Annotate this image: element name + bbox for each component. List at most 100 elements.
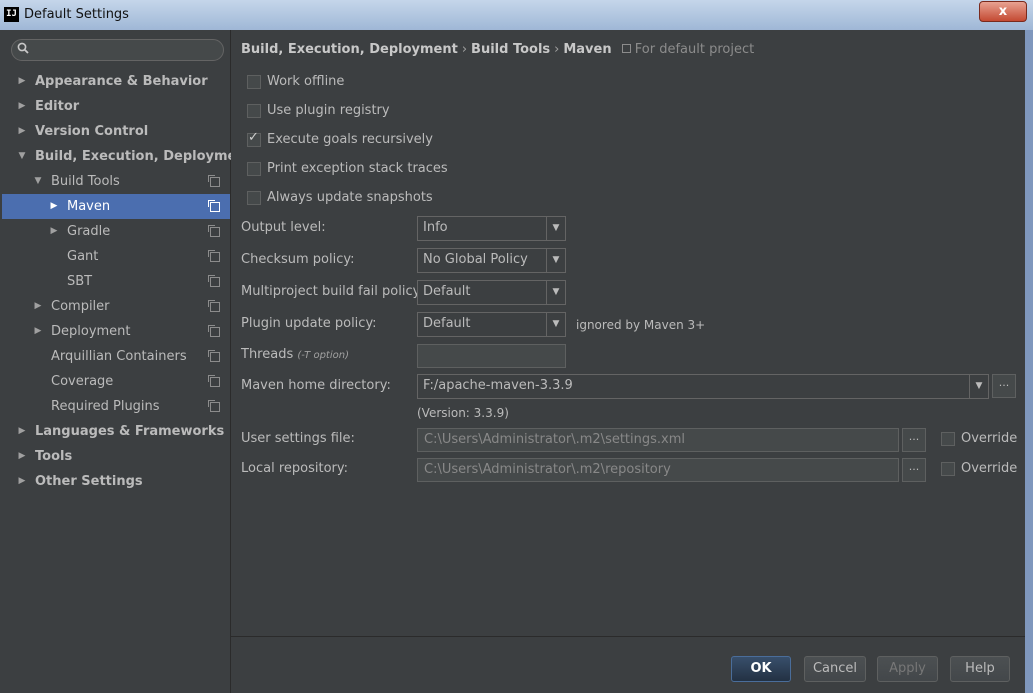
checkbox-label: Work offline <box>267 74 345 89</box>
local-repository-value: C:\Users\Administrator\.m2\repository <box>424 462 671 477</box>
sidebar-item-other-settings[interactable]: ▶ Other Settings <box>2 469 230 494</box>
apply-button[interactable]: Apply <box>877 656 938 682</box>
checksum-policy-value: No Global Policy <box>423 252 528 267</box>
checkbox-label: Use plugin registry <box>267 103 390 118</box>
breadcrumb: Build, Execution, Deployment › Build Tools… <box>241 42 754 57</box>
project-scope-icon <box>208 375 220 387</box>
threads-input[interactable] <box>417 344 566 368</box>
checkbox-label: Override <box>961 431 1018 446</box>
sidebar-item-sbt[interactable]: SBT <box>2 269 230 294</box>
checkbox-label: Always update snapshots <box>267 190 433 205</box>
print-exception-stack-traces-checkbox[interactable] <box>247 162 261 176</box>
always-update-snapshots-checkbox[interactable] <box>247 191 261 205</box>
project-scope-icon <box>208 200 220 212</box>
user-settings-file-label: User settings file: <box>241 431 355 446</box>
window-title: Default Settings <box>24 7 129 22</box>
dropdown-arrow-icon: ▼ <box>546 313 565 336</box>
intellij-app-icon: IJ <box>4 7 19 22</box>
sidebar-item-deployment[interactable]: ▶ Deployment <box>2 319 230 344</box>
maven-version-text: (Version: 3.3.9) <box>417 406 509 420</box>
use-plugin-registry-checkbox[interactable] <box>247 104 261 118</box>
collapse-triangle-icon: ▼ <box>34 176 42 186</box>
checksum-policy-dropdown[interactable]: No Global Policy ▼ <box>417 248 566 273</box>
checkbox-label: Override <box>961 461 1018 476</box>
maven-home-value: F:/apache-maven-3.3.9 <box>423 378 573 393</box>
local-repository-browse-button[interactable]: ... <box>902 458 926 482</box>
sidebar-item-gradle[interactable]: ▶ Gradle <box>2 219 230 244</box>
project-scope-icon <box>208 350 220 362</box>
expand-triangle-icon: ▶ <box>50 226 58 236</box>
sidebar-item-coverage[interactable]: Coverage <box>2 369 230 394</box>
sidebar-item-build-execution-deployment[interactable]: ▼ Build, Execution, Deployment <box>2 144 252 169</box>
multiproject-fail-policy-dropdown[interactable]: Default ▼ <box>417 280 566 305</box>
local-repository-override-checkbox[interactable] <box>941 462 955 476</box>
cancel-button[interactable]: Cancel <box>804 656 866 682</box>
search-input[interactable] <box>11 39 224 61</box>
help-button[interactable]: Help <box>950 656 1010 682</box>
sidebar-item-editor[interactable]: ▶ Editor <box>2 94 230 119</box>
sidebar-item-arquillian-containers[interactable]: Arquillian Containers <box>2 344 230 369</box>
plugin-update-policy-dropdown[interactable]: Default ▼ <box>417 312 566 337</box>
close-button[interactable]: x <box>979 1 1027 22</box>
maven-settings-panel: Build, Execution, Deployment › Build Tools… <box>231 30 1025 693</box>
project-scope-icon <box>208 250 220 262</box>
sidebar-item-required-plugins[interactable]: Required Plugins <box>2 394 230 419</box>
plugin-update-policy-note: ignored by Maven 3+ <box>576 318 706 332</box>
project-scope-icon <box>208 400 220 412</box>
sidebar-item-appearance-behavior[interactable]: ▶ Appearance & Behavior <box>2 69 230 94</box>
project-scope-icon <box>208 300 220 312</box>
sidebar-item-gant[interactable]: Gant <box>2 244 230 269</box>
expand-triangle-icon: ▶ <box>18 101 26 111</box>
expand-triangle-icon: ▶ <box>18 426 26 436</box>
output-level-value: Info <box>423 220 448 235</box>
threads-hint: (-T option) <box>297 350 349 361</box>
sidebar-item-build-tools[interactable]: ▼ Build Tools <box>2 169 230 194</box>
breadcrumb-separator: › <box>554 42 560 57</box>
sidebar-item-tools[interactable]: ▶ Tools <box>2 444 230 469</box>
project-scope-icon <box>208 175 220 187</box>
collapse-triangle-icon: ▼ <box>18 151 26 161</box>
checkbox-label: Print exception stack traces <box>267 161 448 176</box>
multiproject-fail-policy-label: Multiproject build fail policy: <box>241 284 424 299</box>
breadcrumb-part: Build Tools <box>471 42 551 57</box>
expand-triangle-icon: ▶ <box>50 201 58 211</box>
footer-divider <box>231 636 1025 637</box>
breadcrumb-separator: › <box>461 42 468 57</box>
user-settings-file-input[interactable]: C:\Users\Administrator\.m2\settings.xml <box>417 428 899 452</box>
project-scope-icon <box>208 275 220 287</box>
sidebar-item-version-control[interactable]: ▶ Version Control <box>2 119 230 144</box>
local-repository-input[interactable]: C:\Users\Administrator\.m2\repository <box>417 458 899 482</box>
dropdown-arrow-icon: ▼ <box>546 249 565 272</box>
maven-home-browse-button[interactable]: ... <box>992 374 1016 398</box>
threads-label: Threads (-T option) <box>241 347 349 362</box>
sidebar-item-compiler[interactable]: ▶ Compiler <box>2 294 230 319</box>
project-scope-icon <box>208 325 220 337</box>
user-settings-file-value: C:\Users\Administrator\.m2\settings.xml <box>424 432 686 447</box>
maven-home-dropdown[interactable]: F:/apache-maven-3.3.9 ▼ <box>417 374 989 399</box>
settings-sidebar: ▶ Appearance & Behavior ▶ Editor ▶ Versi… <box>0 30 252 693</box>
checksum-policy-label: Checksum policy: <box>241 252 355 267</box>
project-scope-icon <box>208 225 220 237</box>
scope-note: For default project <box>621 42 755 57</box>
project-scope-icon <box>621 44 631 53</box>
title-bar: IJ Default Settings x <box>0 0 1033 31</box>
expand-triangle-icon: ▶ <box>34 326 42 336</box>
work-offline-checkbox[interactable] <box>247 75 261 89</box>
expand-triangle-icon: ▶ <box>34 301 42 311</box>
expand-triangle-icon: ▶ <box>18 76 26 86</box>
execute-goals-recursively-checkbox[interactable] <box>247 129 261 147</box>
scope-text: For default project <box>634 42 755 57</box>
plugin-update-policy-value: Default <box>423 316 471 331</box>
sidebar-item-maven[interactable]: ▶ Maven <box>2 194 230 219</box>
user-settings-browse-button[interactable]: ... <box>902 428 926 452</box>
sidebar-item-languages-frameworks[interactable]: ▶ Languages & Frameworks <box>2 419 230 444</box>
multiproject-fail-policy-value: Default <box>423 284 471 299</box>
output-level-dropdown[interactable]: Info ▼ <box>417 216 566 241</box>
plugin-update-policy-label: Plugin update policy: <box>241 316 377 331</box>
user-settings-override-checkbox[interactable] <box>941 432 955 446</box>
maven-home-label: Maven home directory: <box>241 378 391 393</box>
ok-button[interactable]: OK <box>731 656 791 682</box>
dropdown-arrow-icon: ▼ <box>546 217 565 240</box>
window-frame-edge <box>1025 30 1033 693</box>
breadcrumb-part: Build, Execution, Deployment <box>241 42 458 57</box>
